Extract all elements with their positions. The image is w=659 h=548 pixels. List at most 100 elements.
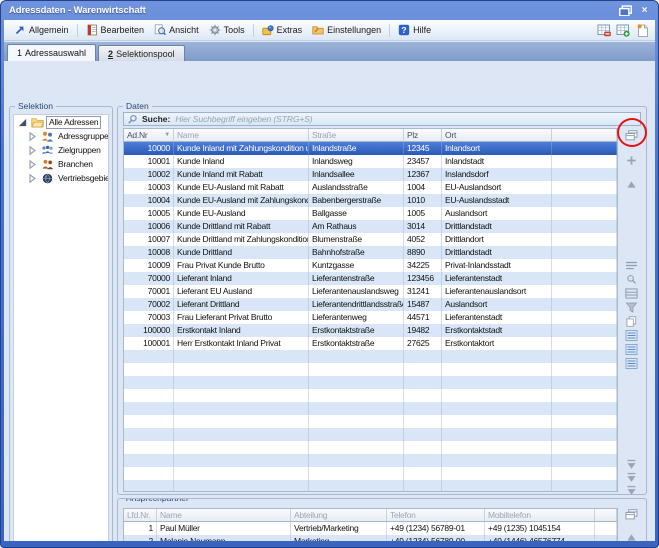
table-row[interactable]: 10005Kunde EU-AuslandBallgasse1005Auslan…: [124, 207, 617, 220]
table-row[interactable]: 10000Kunde Inland mit Zahlungskondition …: [124, 142, 617, 155]
column-header-name[interactable]: Name: [174, 129, 309, 141]
cell: [174, 376, 309, 389]
table-row[interactable]: 70003Frau Lieferant Privat BruttoLiefera…: [124, 311, 617, 324]
table-row[interactable]: 70001Lieferant EU AuslandLieferantenausl…: [124, 285, 617, 298]
table-row-empty[interactable]: [124, 389, 617, 402]
column-header-blank[interactable]: [552, 129, 617, 141]
table-row[interactable]: 100001Herr Erstkontakt Inland PrivatErst…: [124, 337, 617, 350]
table-row[interactable]: 10008Kunde DrittlandBahnhofstraße8890Dri…: [124, 246, 617, 259]
cell: [124, 415, 174, 428]
cell: [552, 428, 617, 441]
address-table-toolbar: [621, 128, 641, 492]
move-up-button[interactable]: [624, 531, 638, 541]
table-row-empty[interactable]: [124, 467, 617, 480]
table-row-empty[interactable]: [124, 402, 617, 415]
content: Selektion Alle AdressenAdressgruppenZiel…: [4, 61, 655, 541]
table-add-icon[interactable]: [616, 23, 631, 38]
column-header-abteilung[interactable]: Abteilung: [291, 509, 387, 521]
table-row[interactable]: 70002Lieferant DrittlandLieferantendritt…: [124, 298, 617, 311]
column-header-straße[interactable]: Straße: [309, 129, 404, 141]
list-blue-3-button[interactable]: [624, 357, 638, 369]
table-header-row: Lfd.Nr.NameAbteilungTelefonMobiltelefon: [124, 509, 617, 522]
menu-item-allgemein[interactable]: Allgemein: [9, 22, 74, 39]
cell: [552, 324, 617, 337]
table-row-empty[interactable]: [124, 441, 617, 454]
cell: [442, 363, 552, 376]
table-row[interactable]: 10009Frau Privat Kunde BruttoKuntzgasse3…: [124, 259, 617, 272]
column-header-blank[interactable]: [595, 509, 617, 521]
menu-item-extras[interactable]: Extras: [257, 22, 308, 39]
move-up-button[interactable]: [624, 178, 638, 190]
table-row[interactable]: 10002Kunde Inland mit RabattInlandsallee…: [124, 168, 617, 181]
cell: Paul Müller: [157, 522, 291, 535]
tree-item-alle-adressen[interactable]: Alle Adressen: [14, 115, 108, 129]
column-header-name[interactable]: Name: [157, 509, 291, 521]
restore-button[interactable]: [619, 5, 632, 17]
column-header-plz[interactable]: Plz: [404, 129, 442, 141]
menu-item-einstellungen[interactable]: Einstellungen: [307, 22, 386, 39]
table-row[interactable]: 10004Kunde EU-Ausland mit Zahlungskondit…: [124, 194, 617, 207]
table-row[interactable]: 1Paul MüllerVertrieb/Marketing+49 (1234)…: [124, 522, 617, 535]
table-row-empty[interactable]: [124, 454, 617, 467]
column-header-ort[interactable]: Ort: [442, 129, 552, 141]
table-row[interactable]: 10006Kunde Drittland mit RabattAm Rathau…: [124, 220, 617, 233]
tree-item-branchen[interactable]: Branchen: [14, 157, 108, 171]
column-header-lfd-nr[interactable]: Lfd.Nr.: [124, 509, 157, 521]
list-blue-1-button[interactable]: [624, 329, 638, 341]
table-row[interactable]: 2Melanie NeumannMarketing+49 (1234) 5678…: [124, 535, 617, 541]
table-row-empty[interactable]: [124, 480, 617, 492]
cell: [404, 454, 442, 467]
tree-item-zielgruppen[interactable]: Zielgruppen: [14, 143, 108, 157]
cell: [309, 402, 404, 415]
table-row[interactable]: 10001Kunde InlandInlandsweg23457Inlandst…: [124, 155, 617, 168]
tree-item-vertriebsgebiete[interactable]: Vertriebsgebiete: [14, 171, 108, 185]
table-row-empty[interactable]: [124, 376, 617, 389]
menu-separator: [389, 24, 390, 37]
tab-adressauswahl[interactable]: 1Adressauswahl: [7, 44, 96, 61]
copy-button[interactable]: [624, 315, 638, 327]
tab-selektionspool[interactable]: 2Selektionspool: [98, 45, 185, 61]
cell: 70000: [124, 272, 174, 285]
table-row-empty[interactable]: [124, 428, 617, 441]
cell: [552, 298, 617, 311]
menu-item-tools[interactable]: Tools: [204, 22, 250, 39]
table-row[interactable]: 70000Lieferant InlandLieferantenstraße12…: [124, 272, 617, 285]
cell: [124, 363, 174, 376]
menu-item-bearbeiten[interactable]: Bearbeiten: [81, 22, 150, 39]
table-row-empty[interactable]: [124, 350, 617, 363]
cell: Babenbergerstraße: [309, 194, 404, 207]
search-input[interactable]: Suche: Hier Suchbegriff eingeben (STRG+S…: [123, 112, 641, 126]
view-menu-button[interactable]: [624, 259, 638, 271]
cell: [309, 350, 404, 363]
cell: 70002: [124, 298, 174, 311]
column-header-telefon[interactable]: Telefon: [387, 509, 485, 521]
scroll-down-3-button[interactable]: [624, 484, 638, 496]
cell: Lieferantenweg: [309, 311, 404, 324]
add-button[interactable]: [624, 154, 638, 166]
cell: Lieferantendrittlandsstraße: [309, 298, 404, 311]
list-blue-2-button[interactable]: [624, 343, 638, 355]
column-header-mobiltelefon[interactable]: Mobiltelefon: [485, 509, 595, 521]
column-chooser-button[interactable]: [624, 508, 638, 520]
table-row[interactable]: 10007Kunde Drittland mit Zahlungskonditi…: [124, 233, 617, 246]
rows-button[interactable]: [624, 287, 638, 299]
column-header-ad-nr[interactable]: Ad.Nr▼: [124, 129, 174, 141]
menu-item-hilfe[interactable]: ?Hilfe: [393, 22, 436, 39]
table-row[interactable]: 100000Erstkontakt InlandErstkontaktstraß…: [124, 324, 617, 337]
scroll-down-2-button[interactable]: [624, 471, 638, 483]
cell: [552, 155, 617, 168]
document-new-icon[interactable]: [635, 23, 650, 38]
table-row-empty[interactable]: [124, 363, 617, 376]
table-delete-icon[interactable]: [597, 23, 612, 38]
find-button[interactable]: [624, 273, 638, 285]
table-row-empty[interactable]: [124, 415, 617, 428]
filter-button[interactable]: [624, 301, 638, 313]
cell: [442, 415, 552, 428]
table-row[interactable]: 10003Kunde EU-Ausland mit RabattAuslands…: [124, 181, 617, 194]
tree-item-adressgruppen[interactable]: Adressgruppen: [14, 129, 108, 143]
expanded-icon: [16, 117, 29, 128]
scroll-down-1-button[interactable]: [624, 458, 638, 470]
menu-item-ansicht[interactable]: Ansicht: [149, 22, 204, 39]
close-button[interactable]: ×: [638, 5, 651, 17]
app-window: Adressdaten - Warenwirtschaft × Allgemei…: [0, 0, 659, 548]
